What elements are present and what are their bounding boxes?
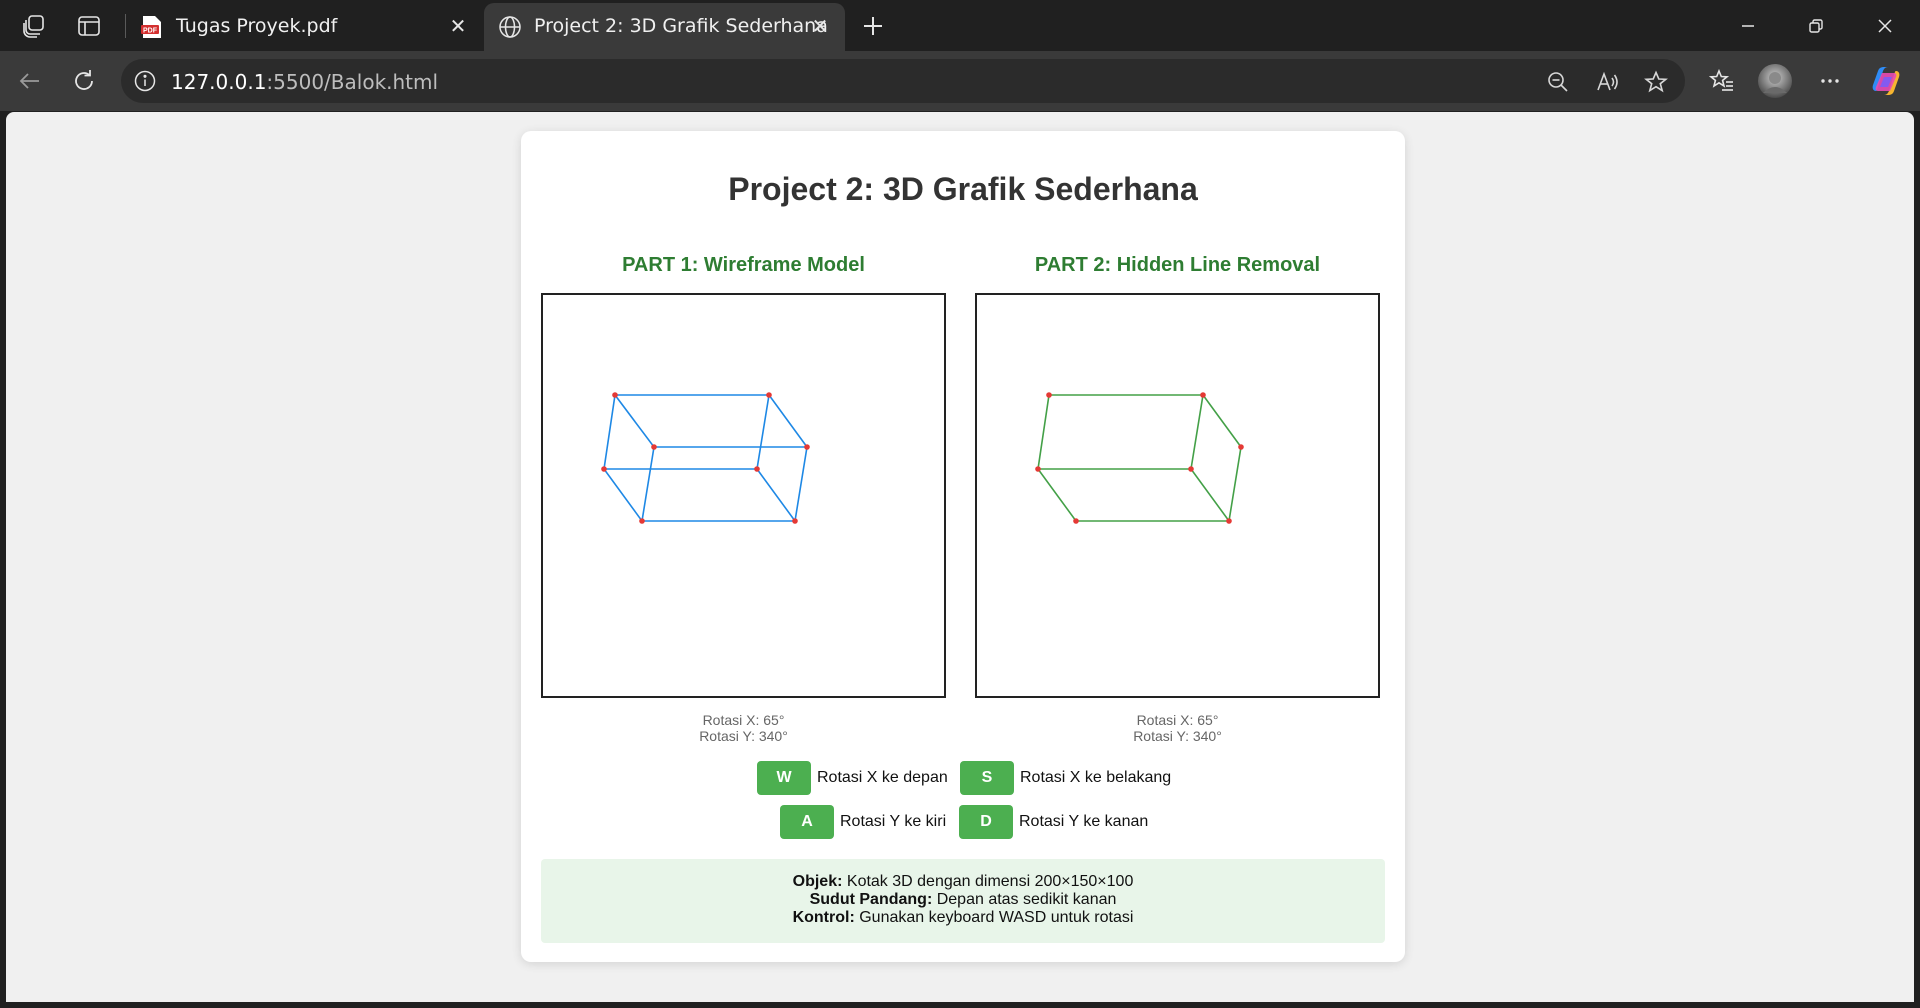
hidden-line-edge <box>1190 394 1204 470</box>
info-object: Objek: Kotak 3D dengan dimensi 200×150×1… <box>541 873 1385 891</box>
wireframe-edge <box>768 394 808 448</box>
wireframe-edge <box>614 394 655 448</box>
page-title: Project 2: 3D Grafik Sederhana <box>728 171 1198 207</box>
wireframe-edge <box>603 468 643 522</box>
s-key-button[interactable]: S <box>960 761 1014 795</box>
tab-bar: PDF Tugas Proyek.pdf ✕ Project 2: 3D Gra… <box>0 0 1920 51</box>
avatar[interactable] <box>1757 63 1793 99</box>
read-aloud-icon[interactable] <box>1594 69 1620 95</box>
url-host: 127.0.0.1 <box>171 70 267 94</box>
hidden-line-vertex <box>1200 392 1206 398</box>
part2-rot-x: Rotasi X: 65° <box>1136 712 1219 728</box>
info-viewpoint: Sudut Pandang: Depan atas sedikit kanan <box>541 891 1385 909</box>
vertical-tabs-icon[interactable] <box>73 10 105 42</box>
hidden-line-edge <box>1037 468 1077 522</box>
a-key-label: Rotasi Y ke kiri <box>840 813 947 830</box>
hidden-line-vertex <box>1238 444 1244 450</box>
hidden-line-drawing <box>1035 392 1244 524</box>
hidden-line-vertex <box>1035 466 1041 472</box>
globe-icon <box>498 15 522 39</box>
hidden-line-vertex <box>1073 518 1079 524</box>
close-icon[interactable]: ✕ <box>445 13 471 39</box>
s-key-label: Rotasi X ke belakang <box>1020 769 1172 786</box>
wireframe-vertex <box>612 392 618 398</box>
tab-tugas-proyek[interactable]: PDF Tugas Proyek.pdf ✕ <box>126 3 483 51</box>
page-viewport: Project 2: 3D Grafik Sederhana PART 1: W… <box>6 112 1914 1002</box>
info-box: Objek: Kotak 3D dengan dimensi 200×150×1… <box>541 859 1385 943</box>
wireframe-edge <box>756 394 770 470</box>
part2-rotation-info: Rotasi X: 65° Rotasi Y: 340° <box>975 712 1380 744</box>
wireframe-edge <box>794 446 808 522</box>
tab-title: Project 2: 3D Grafik Sederhana <box>534 15 828 37</box>
hidden-line-canvas[interactable] <box>975 293 1380 698</box>
part1-title: PART 1: Wireframe Model <box>622 254 865 276</box>
favorites-icon[interactable] <box>1704 63 1740 99</box>
d-key-button[interactable]: D <box>959 805 1013 839</box>
hidden-line-vertex <box>1226 518 1232 524</box>
info-object-label: Objek: <box>792 873 843 890</box>
tab-title: Tugas Proyek.pdf <box>176 15 338 37</box>
main-card: Project 2: 3D Grafik Sederhana PART 1: W… <box>521 131 1405 962</box>
part2-title: PART 2: Hidden Line Removal <box>1034 254 1321 276</box>
wireframe-vertex <box>766 392 772 398</box>
site-info-icon[interactable] <box>133 69 157 93</box>
hidden-line-edge <box>1228 446 1242 522</box>
tab-project-2[interactable]: Project 2: 3D Grafik Sederhana ✕ <box>484 3 845 51</box>
hidden-line-edge <box>1202 394 1242 448</box>
wireframe-edge <box>756 468 796 522</box>
part1-rot-y: Rotasi Y: 340° <box>699 728 788 744</box>
minimize-icon[interactable] <box>1713 0 1783 51</box>
info-controls-text: Gunakan keyboard WASD untuk rotasi <box>859 909 1134 926</box>
close-icon[interactable]: ✕ <box>807 13 833 39</box>
favorite-star-icon[interactable] <box>1643 69 1669 95</box>
url-path: :5500/Balok.html <box>266 70 439 94</box>
address-bar[interactable]: 127.0.0.1:5500/Balok.html <box>121 59 1685 103</box>
w-key-button[interactable]: W <box>757 761 811 795</box>
controls-row-1: W Rotasi X ke depan S Rotasi X ke belaka… <box>521 761 1405 797</box>
zoom-out-icon[interactable] <box>1545 69 1571 95</box>
restore-icon[interactable] <box>1781 0 1851 51</box>
hidden-line-vertex <box>1046 392 1052 398</box>
info-controls-label: Kontrol: <box>792 909 855 926</box>
w-key-label: Rotasi X ke depan <box>817 769 948 786</box>
controls-row-2: A Rotasi Y ke kiri D Rotasi Y ke kanan <box>521 805 1405 841</box>
hidden-line-edge <box>1037 394 1050 470</box>
part2-rot-y: Rotasi Y: 340° <box>1133 728 1222 744</box>
wireframe-vertex <box>639 518 645 524</box>
a-key-button[interactable]: A <box>780 805 834 839</box>
info-viewpoint-text: Depan atas sedikit kanan <box>936 891 1117 908</box>
d-key-label: Rotasi Y ke kanan <box>1019 813 1149 830</box>
wireframe-edge <box>641 446 655 522</box>
info-viewpoint-label: Sudut Pandang: <box>809 891 933 908</box>
wireframe-edge <box>603 394 616 470</box>
hidden-line-vertex <box>1188 466 1194 472</box>
wireframe-vertex <box>804 444 810 450</box>
part1-rot-x: Rotasi X: 65° <box>702 712 785 728</box>
workspaces-icon[interactable] <box>18 10 50 42</box>
wireframe-vertex <box>792 518 798 524</box>
pdf-icon: PDF <box>140 15 164 39</box>
refresh-icon[interactable] <box>66 63 102 99</box>
svg-text:PDF: PDF <box>143 28 158 35</box>
wireframe-canvas[interactable] <box>541 293 946 698</box>
new-tab-icon[interactable] <box>855 8 891 44</box>
back-icon[interactable] <box>12 63 48 99</box>
wireframe-drawing <box>601 392 810 524</box>
wireframe-vertex <box>601 466 607 472</box>
hidden-line-edge <box>1190 468 1230 522</box>
wireframe-vertex <box>754 466 760 472</box>
wireframe-vertex <box>651 444 657 450</box>
part1-rotation-info: Rotasi X: 65° Rotasi Y: 340° <box>541 712 946 744</box>
part1-panel: PART 1: Wireframe Model Rotasi X: 65° Ro… <box>541 251 946 744</box>
close-window-icon[interactable] <box>1850 0 1920 51</box>
info-object-text: Kotak 3D dengan dimensi 200×150×100 <box>846 873 1134 890</box>
browser-toolbar: 127.0.0.1:5500/Balok.html <box>0 51 1920 111</box>
copilot-icon[interactable] <box>1868 63 1904 99</box>
url-text: 127.0.0.1:5500/Balok.html <box>171 70 438 94</box>
more-options-icon[interactable] <box>1812 63 1848 99</box>
part2-panel: PART 2: Hidden Line Removal Rotasi X: 65… <box>975 251 1380 744</box>
info-controls: Kontrol: Gunakan keyboard WASD untuk rot… <box>541 909 1385 927</box>
